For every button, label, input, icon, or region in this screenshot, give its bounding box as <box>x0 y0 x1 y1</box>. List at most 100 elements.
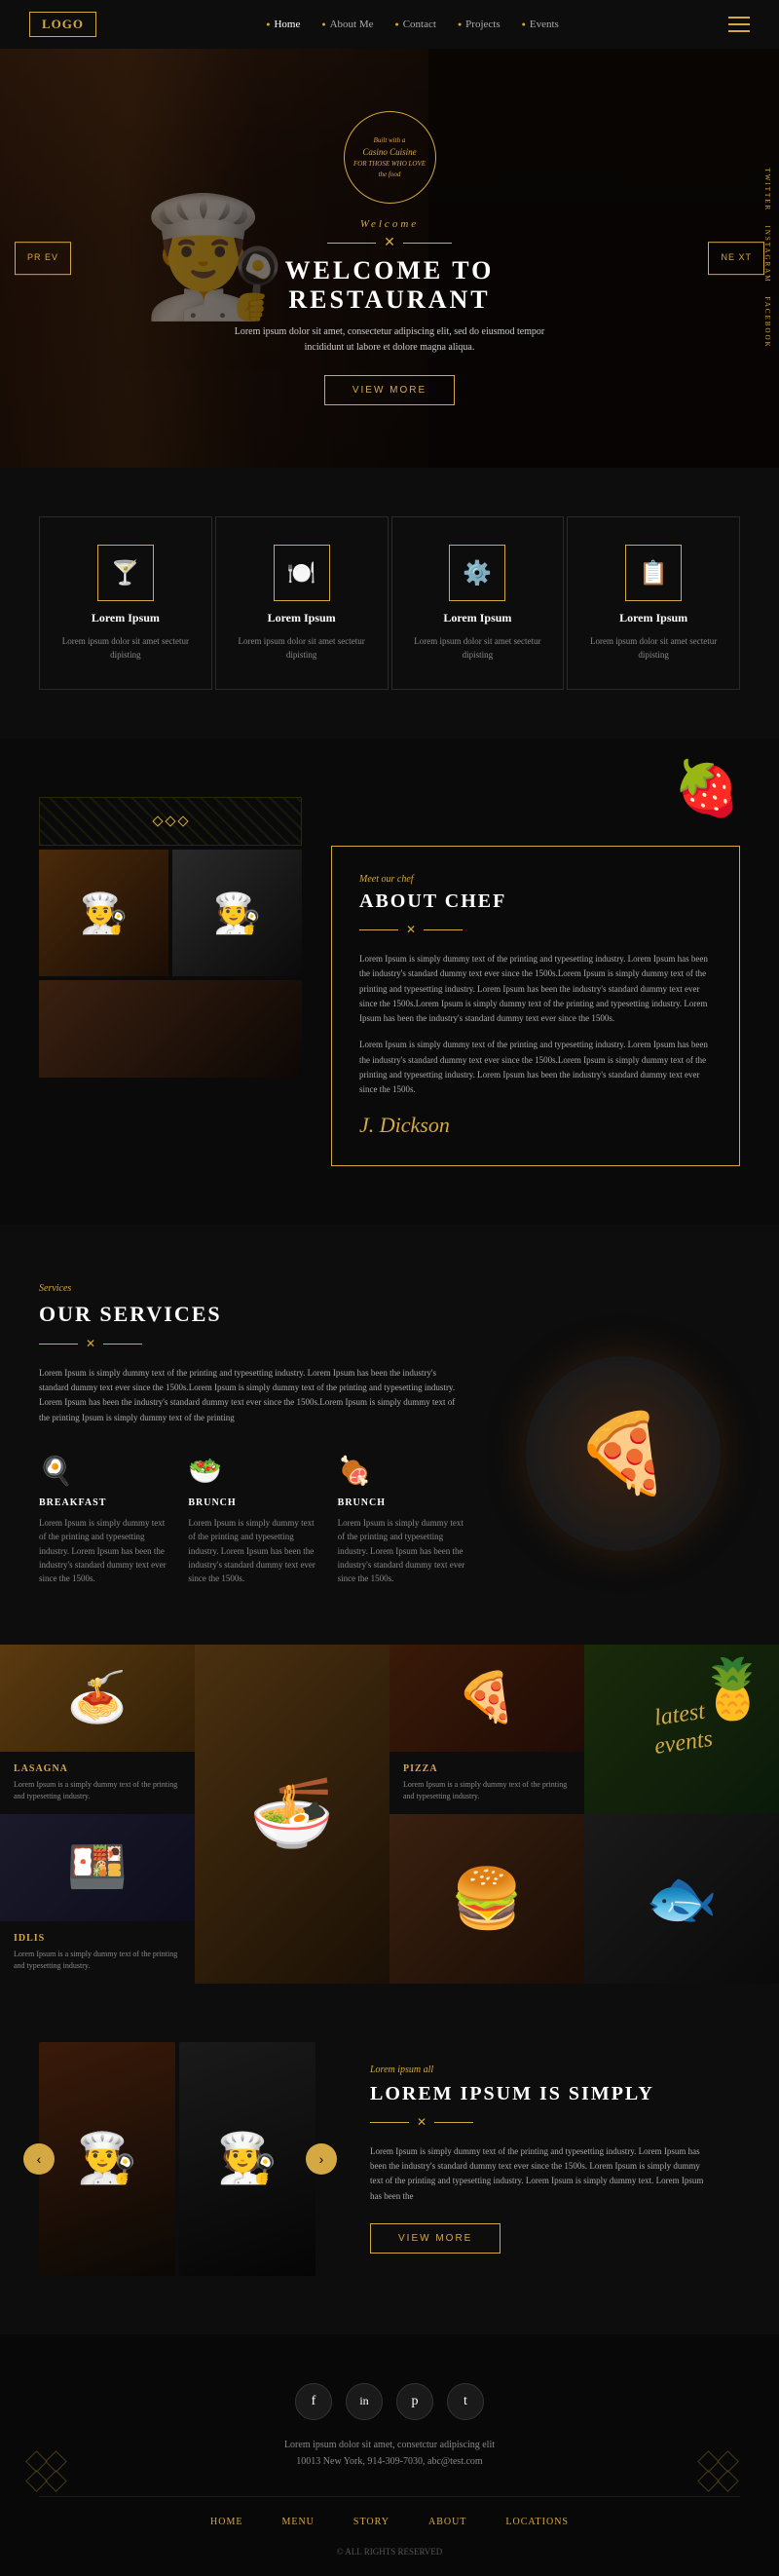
footer-social-icons: f in p t <box>39 2383 740 2420</box>
burger-menu[interactable] <box>728 17 750 32</box>
lasagna-img: 🍝 <box>0 1645 195 1752</box>
footer-nav: HOME MENU STORY ABOUT LOCATIONS <box>39 2496 740 2527</box>
about-inner: 👨‍🍳 🧑‍🍳 Meet our chef ABOUT CHEF ✕ Lorem… <box>39 797 740 1166</box>
testimonial-title: LOREM IPSUM IS SIMPLY <box>370 2083 711 2105</box>
hero-prev-btn[interactable]: PR EV <box>15 242 71 275</box>
testimonial-section: ‹ 👨‍🍳 🧑‍🍳 › Lorem ipsum all LOREM IPSUM … <box>0 1984 779 2334</box>
service-text-2: Lorem Ipsum is simply dummy text of the … <box>338 1516 467 1586</box>
idlis-img: 🍱 <box>0 1814 195 1921</box>
footer-corners-right <box>691 2444 760 2518</box>
event-cell-fish: 🐟 <box>584 1814 779 1984</box>
footer-nav-menu[interactable]: MENU <box>281 2517 314 2527</box>
hero-cta-btn[interactable]: VIEW MORE <box>324 375 455 405</box>
hero-welcome-text: Welcome <box>195 218 584 230</box>
about-title: ABOUT CHEF <box>359 890 712 913</box>
nav-contact[interactable]: ●Contact <box>394 19 435 30</box>
feature-icon-1: 🍽️ <box>274 545 330 601</box>
footer-facebook-btn[interactable]: f <box>295 2383 332 2420</box>
hero-content: Built with a Casino Cuisine FOR THOSE WH… <box>195 111 584 405</box>
testimonial-images-container: ‹ 👨‍🍳 🧑‍🍳 › <box>39 2042 321 2276</box>
about-signature: J. Dickson <box>359 1113 712 1138</box>
logo[interactable]: LOGO <box>29 12 96 37</box>
service-icon-1: 🥗 <box>188 1455 317 1488</box>
footer-corners <box>19 2444 88 2518</box>
nav-home[interactable]: ●Home <box>266 19 300 30</box>
corner-deco-right <box>691 2444 760 2513</box>
services-divider: ✕ <box>39 1337 467 1351</box>
feature-text-1: Lorem ipsum dolor sit amet sectetur dipi… <box>232 635 372 662</box>
social-instagram[interactable]: Instagram <box>763 225 771 283</box>
service-card-1: 🥗 BRUNCH Lorem Ipsum is simply dummy tex… <box>188 1455 317 1586</box>
service-card-0: 🍳 BREAKFAST Lorem Ipsum is simply dummy … <box>39 1455 168 1586</box>
testimonial-cta-btn[interactable]: VIEW MORE <box>370 2223 501 2254</box>
social-twitter[interactable]: Twitter <box>763 169 771 212</box>
hero-title: WELCOME TO RESTAURANT <box>195 256 584 315</box>
feature-title-3: Lorem Ipsum <box>619 611 687 625</box>
services-label: Services <box>39 1283 467 1294</box>
pizza-visual: 🍕 <box>526 1356 721 1551</box>
testimonial-inner: ‹ 👨‍🍳 🧑‍🍳 › Lorem ipsum all LOREM IPSUM … <box>39 2042 740 2276</box>
about-body1: Lorem Ipsum is simply dummy text of the … <box>359 952 712 1026</box>
nav-events[interactable]: ●Events <box>522 19 559 30</box>
footer-address-text: Lorem ipsum dolor sit amet, consetctur a… <box>39 2440 740 2450</box>
service-cards: 🍳 BREAKFAST Lorem Ipsum is simply dummy … <box>39 1455 467 1586</box>
service-title-2: BRUNCH <box>338 1497 467 1508</box>
service-title-1: BRUNCH <box>188 1497 317 1508</box>
service-card-2: 🍖 BRUNCH Lorem Ipsum is simply dummy tex… <box>338 1455 467 1586</box>
about-content: Meet our chef ABOUT CHEF ✕ Lorem Ipsum i… <box>331 846 740 1166</box>
about-portrait-img: 🧑‍🍳 <box>172 850 302 976</box>
about-pattern <box>39 797 302 846</box>
features-grid: 🍸 Lorem Ipsum Lorem ipsum dolor sit amet… <box>39 516 740 690</box>
feature-title-1: Lorem Ipsum <box>268 611 336 625</box>
hero-next-btn[interactable]: NE XT <box>708 242 764 275</box>
nav-about[interactable]: ●About Me <box>321 19 373 30</box>
footer-pinterest-btn[interactable]: p <box>396 2383 433 2420</box>
event-cell-pasta: 🍜 <box>195 1645 390 1984</box>
service-icon-0: 🍳 <box>39 1455 168 1488</box>
latest-events-text: latestevents <box>649 1697 714 1761</box>
footer-twitter-btn[interactable]: t <box>447 2383 484 2420</box>
testimonial-prev-btn[interactable]: ‹ <box>23 2143 55 2175</box>
testimonial-label: Lorem ipsum all <box>370 2065 711 2075</box>
feature-icon-2: ⚙️ <box>449 545 505 601</box>
services-section: Services OUR SERVICES ✕ Lorem Ipsum is s… <box>0 1225 779 1645</box>
about-body2: Lorem Ipsum is simply dummy text of the … <box>359 1038 712 1097</box>
nav-links: ●Home ●About Me ●Contact ●Projects ●Even… <box>266 19 559 30</box>
feature-title-0: Lorem Ipsum <box>92 611 160 625</box>
feature-item-3: 📋 Lorem Ipsum Lorem ipsum dolor sit amet… <box>567 516 740 690</box>
services-title: OUR SERVICES <box>39 1302 467 1327</box>
service-text-1: Lorem Ipsum is simply dummy text of the … <box>188 1516 317 1586</box>
idlis-text: Lorem Ipsum is a simply dummy text of th… <box>14 1949 181 1972</box>
event-cell-pizza: 🍕 PIZZA Lorem Ipsum is a simply dummy te… <box>390 1645 584 1814</box>
footer-copyright: © ALL RIGHTS RESERVED <box>39 2547 740 2557</box>
hero-badge: Built with a Casino Cuisine FOR THOSE WH… <box>344 111 436 204</box>
about-images: 👨‍🍳 🧑‍🍳 <box>39 797 302 1078</box>
feature-item-1: 🍽️ Lorem Ipsum Lorem ipsum dolor sit ame… <box>215 516 389 690</box>
pizza-cell-img: 🍕 <box>390 1645 584 1752</box>
footer: f in p t Lorem ipsum dolor sit amet, con… <box>0 2334 779 2576</box>
event-cell-idlis: 🍱 IDLIS Lorem Ipsum is a simply dummy te… <box>0 1814 195 1984</box>
lasagna-title: LASAGNA <box>14 1763 181 1774</box>
hero-divider: ✕ <box>195 235 584 251</box>
features-section: 🍸 Lorem Ipsum Lorem ipsum dolor sit amet… <box>0 468 779 739</box>
testimonial-text: Lorem Ipsum is simply dummy text of the … <box>370 2144 711 2204</box>
testimonial-next-btn[interactable]: › <box>306 2143 337 2175</box>
footer-nav-story[interactable]: STORY <box>353 2517 390 2527</box>
footer-nav-locations[interactable]: LOCATIONS <box>505 2517 569 2527</box>
nav-projects[interactable]: ●Projects <box>458 19 501 30</box>
about-divider: ✕ <box>359 923 712 937</box>
about-section: 🍓 👨‍🍳 🧑‍🍳 Meet our chef ABOUT CHEF <box>0 739 779 1225</box>
main-nav: LOGO ●Home ●About Me ●Contact ●Projects … <box>0 0 779 49</box>
footer-instagram-btn[interactable]: in <box>346 2383 383 2420</box>
hero-subtitle: Lorem ipsum dolor sit amet, consectetur … <box>195 324 584 356</box>
footer-nav-home[interactable]: HOME <box>210 2517 242 2527</box>
events-grid: 🍝 LASAGNA Lorem Ipsum is a simply dummy … <box>0 1645 779 1984</box>
social-facebook[interactable]: Facebook <box>763 296 771 348</box>
events-section: 🍝 LASAGNA Lorem Ipsum is a simply dummy … <box>0 1645 779 1984</box>
event-cell-lasagna: 🍝 LASAGNA Lorem Ipsum is a simply dummy … <box>0 1645 195 1814</box>
feature-text-0: Lorem ipsum dolor sit amet sectetur dipi… <box>56 635 196 662</box>
footer-nav-about[interactable]: ABOUT <box>428 2517 466 2527</box>
about-large-img <box>39 980 302 1078</box>
hero-badge-text: Built with a Casino Cuisine FOR THOSE WH… <box>349 131 430 184</box>
corner-deco-left <box>19 2444 88 2513</box>
